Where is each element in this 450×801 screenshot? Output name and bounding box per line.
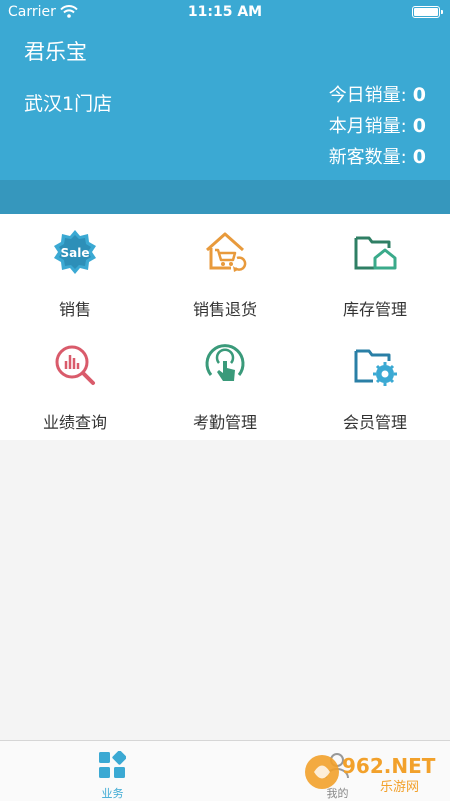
cart-return-icon bbox=[206, 232, 247, 272]
watermark-logo: 962.NET 乐游网 bbox=[305, 754, 436, 795]
folder-gear-icon bbox=[354, 349, 397, 386]
store-name: 武汉1门店 bbox=[24, 93, 113, 115]
stat-value: 0 bbox=[412, 115, 426, 137]
stat-month: 本月销量: 0 bbox=[329, 111, 426, 142]
svg-text:乐游网: 乐游网 bbox=[380, 780, 419, 795]
stat-value: 0 bbox=[412, 146, 426, 168]
menu-item-sales[interactable]: Sale 销售 bbox=[0, 214, 150, 327]
header: Carrier 11:15 AM 君乐宝 武汉1门店 今日销量: 0 本月销量: 0… bbox=[0, 0, 450, 180]
battery-icon bbox=[412, 6, 443, 18]
grid-icon bbox=[99, 751, 126, 778]
menu-item-inventory[interactable]: 库存管理 bbox=[300, 214, 450, 327]
folder-home-icon bbox=[354, 236, 397, 270]
tab-business[interactable]: 业务 bbox=[0, 741, 225, 801]
svg-text:Sale: Sale bbox=[61, 246, 90, 260]
menu-item-performance[interactable]: 业绩查询 bbox=[0, 327, 150, 440]
menu-item-label: 考勤管理 bbox=[192, 413, 257, 432]
touch-hand-icon bbox=[205, 344, 245, 381]
tab-label: 业务 bbox=[101, 787, 124, 800]
chart-search-icon bbox=[55, 345, 95, 385]
menu-item-sales-return[interactable]: 销售退货 bbox=[150, 214, 300, 327]
stat-new-customers: 新客数量: 0 bbox=[329, 142, 426, 173]
tab-bar: 业务 我的 962.NET 乐游网 bbox=[0, 740, 450, 801]
stat-today: 今日销量: 0 bbox=[329, 80, 426, 111]
menu-item-label: 会员管理 bbox=[342, 413, 407, 432]
brand-title: 君乐宝 bbox=[24, 40, 87, 64]
svg-text:962.NET: 962.NET bbox=[342, 754, 436, 778]
clock: 11:15 AM bbox=[187, 4, 263, 20]
stat-label: 本月销量: bbox=[328, 116, 407, 137]
menu-item-members[interactable]: 会员管理 bbox=[300, 327, 450, 440]
status-bar: Carrier 11:15 AM bbox=[0, 0, 450, 26]
stat-value: 0 bbox=[412, 84, 426, 106]
menu-item-attendance[interactable]: 考勤管理 bbox=[150, 327, 300, 440]
sales-stats: 今日销量: 0 本月销量: 0 新客数量: 0 bbox=[329, 80, 426, 173]
header-band bbox=[0, 180, 450, 214]
sale-badge-icon: Sale bbox=[54, 230, 96, 274]
menu-item-label: 库存管理 bbox=[342, 300, 407, 319]
menu-grid: Sale 销售 销售退货 库存管理 业绩查询 考勤管理 会员管理 bbox=[0, 214, 450, 440]
stat-label: 今日销量: bbox=[328, 85, 407, 106]
menu-item-label: 销售退货 bbox=[192, 300, 257, 319]
stat-label: 新客数量: bbox=[328, 147, 407, 168]
menu-item-label: 销售 bbox=[58, 300, 91, 319]
menu-item-label: 业绩查询 bbox=[42, 413, 107, 432]
